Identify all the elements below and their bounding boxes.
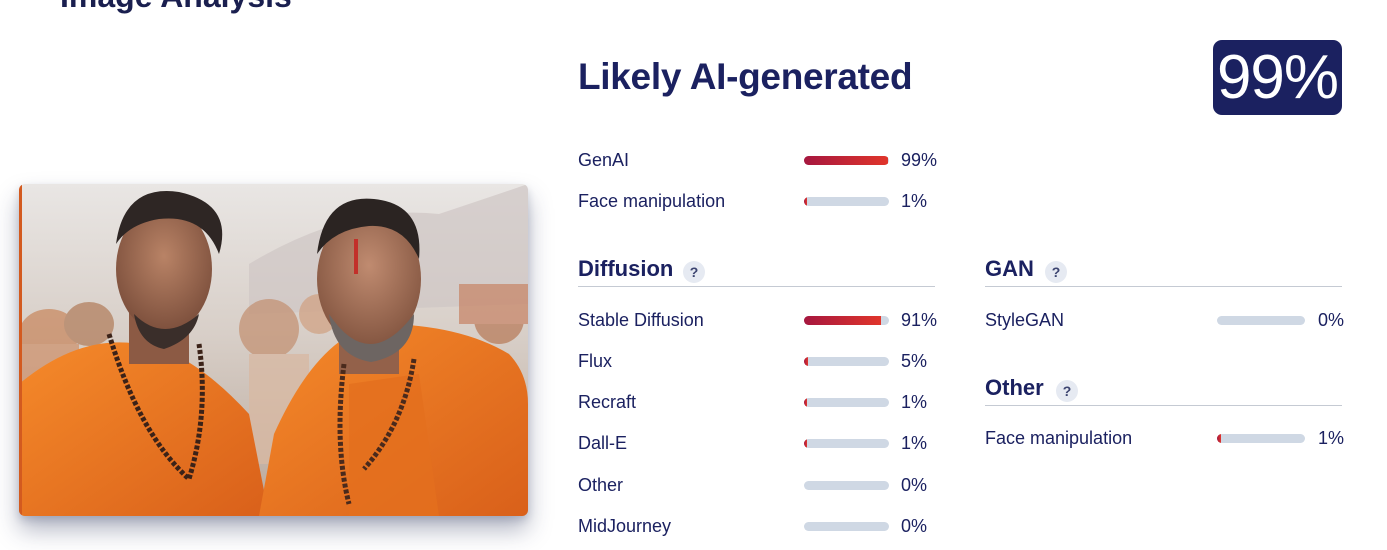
progress-bar — [804, 357, 889, 366]
diffusion-row-other: Other 0% — [578, 473, 938, 497]
model-percent: 1% — [1318, 428, 1345, 448]
summary-percent: 99% — [901, 150, 938, 170]
model-label: Face manipulation — [985, 428, 1133, 448]
gan-row-stylegan: StyleGAN 0% — [985, 308, 1345, 332]
help-icon[interactable]: ? — [683, 261, 705, 283]
score-badge: 99% — [1213, 40, 1342, 115]
model-label: Flux — [578, 351, 613, 371]
model-percent: 0% — [1318, 310, 1345, 330]
summary-label: Face manipulation — [578, 191, 726, 211]
diffusion-row-stable-diffusion: Stable Diffusion 91% — [578, 308, 938, 332]
model-percent: 0% — [901, 475, 928, 495]
diffusion-section-header: Diffusion ? — [578, 256, 935, 287]
diffusion-row-recraft: Recraft 1% — [578, 390, 938, 414]
other-row-face-manipulation: Face manipulation 1% — [985, 426, 1345, 450]
progress-bar — [804, 481, 889, 490]
progress-bar — [804, 316, 889, 325]
help-icon[interactable]: ? — [1056, 380, 1078, 402]
gan-section-header: GAN ? — [985, 256, 1342, 287]
model-label: Dall-E — [578, 433, 628, 453]
analyzed-image — [19, 184, 528, 516]
page-heading: Image Analysis — [60, 0, 292, 15]
summary-label: GenAI — [578, 150, 630, 170]
progress-bar — [804, 156, 889, 165]
model-percent: 91% — [901, 310, 938, 330]
progress-bar — [804, 398, 889, 407]
section-title: Other — [985, 375, 1044, 400]
model-label: Other — [578, 475, 624, 495]
diffusion-row-dall-e: Dall-E 1% — [578, 431, 938, 455]
help-icon[interactable]: ? — [1045, 261, 1067, 283]
section-title: GAN — [985, 256, 1034, 281]
other-section-header: Other ? — [985, 375, 1342, 406]
model-percent: 1% — [901, 433, 928, 453]
progress-bar — [1217, 316, 1305, 325]
model-percent: 5% — [901, 351, 928, 371]
progress-bar — [804, 197, 889, 206]
diffusion-row-flux: Flux 5% — [578, 349, 938, 373]
summary-row-face-manipulation: Face manipulation 1% — [578, 189, 938, 213]
summary-percent: 1% — [901, 191, 928, 211]
model-percent: 0% — [901, 516, 928, 536]
verdict-heading: Likely AI-generated — [578, 56, 913, 97]
section-title: Diffusion — [578, 256, 674, 281]
model-label: StyleGAN — [985, 310, 1065, 330]
model-label: Recraft — [578, 392, 637, 412]
model-percent: 1% — [901, 392, 928, 412]
summary-row-genai: GenAI 99% — [578, 148, 938, 172]
diffusion-row-midjourney: MidJourney 0% — [578, 514, 938, 538]
progress-bar — [804, 522, 889, 531]
progress-bar — [804, 439, 889, 448]
model-label: Stable Diffusion — [578, 310, 704, 330]
progress-bar — [1217, 434, 1305, 443]
model-label: MidJourney — [578, 516, 672, 536]
